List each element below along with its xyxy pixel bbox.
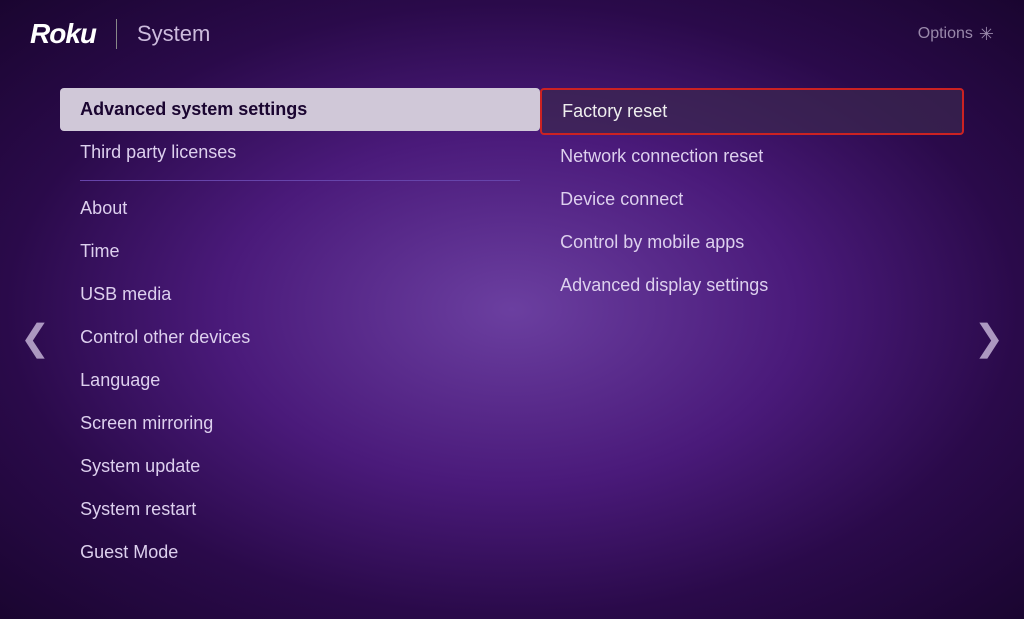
header-left: Roku System xyxy=(30,18,210,50)
sidebar-item-control-other-devices[interactable]: Control other devices xyxy=(60,316,540,359)
panels-container: Advanced system settings Third party lic… xyxy=(60,68,964,607)
sidebar-item-advanced-system-settings[interactable]: Advanced system settings xyxy=(60,88,540,131)
sidebar-item-screen-mirroring[interactable]: Screen mirroring xyxy=(60,402,540,445)
nav-left-arrow[interactable]: ❮ xyxy=(10,307,60,369)
main-content: ❮ Advanced system settings Third party l… xyxy=(0,68,1024,607)
sidebar-item-time[interactable]: Time xyxy=(60,230,540,273)
sidebar-item-language[interactable]: Language xyxy=(60,359,540,402)
header: Roku System Options ✳ xyxy=(0,0,1024,68)
page-title: System xyxy=(137,21,210,47)
right-item-advanced-display-settings[interactable]: Advanced display settings xyxy=(540,264,964,307)
right-item-control-by-mobile-apps[interactable]: Control by mobile apps xyxy=(540,221,964,264)
sidebar-item-third-party-licenses[interactable]: Third party licenses xyxy=(60,131,540,174)
right-item-device-connect[interactable]: Device connect xyxy=(540,178,964,221)
sidebar-item-guest-mode[interactable]: Guest Mode xyxy=(60,531,540,574)
right-item-factory-reset[interactable]: Factory reset xyxy=(540,88,964,135)
options-button[interactable]: Options ✳ xyxy=(918,24,994,45)
sidebar-item-usb-media[interactable]: USB media xyxy=(60,273,540,316)
roku-logo: Roku xyxy=(30,18,96,50)
menu-divider xyxy=(80,180,520,181)
nav-right-arrow[interactable]: ❯ xyxy=(964,307,1014,369)
left-panel: Advanced system settings Third party lic… xyxy=(60,78,540,597)
sidebar-item-about[interactable]: About xyxy=(60,187,540,230)
options-icon: ✳ xyxy=(979,24,994,45)
sidebar-item-system-restart[interactable]: System restart xyxy=(60,488,540,531)
header-divider xyxy=(116,19,117,49)
right-panel: Factory reset Network connection reset D… xyxy=(540,78,964,597)
sidebar-item-system-update[interactable]: System update xyxy=(60,445,540,488)
right-item-network-connection-reset[interactable]: Network connection reset xyxy=(540,135,964,178)
options-label: Options xyxy=(918,25,973,43)
